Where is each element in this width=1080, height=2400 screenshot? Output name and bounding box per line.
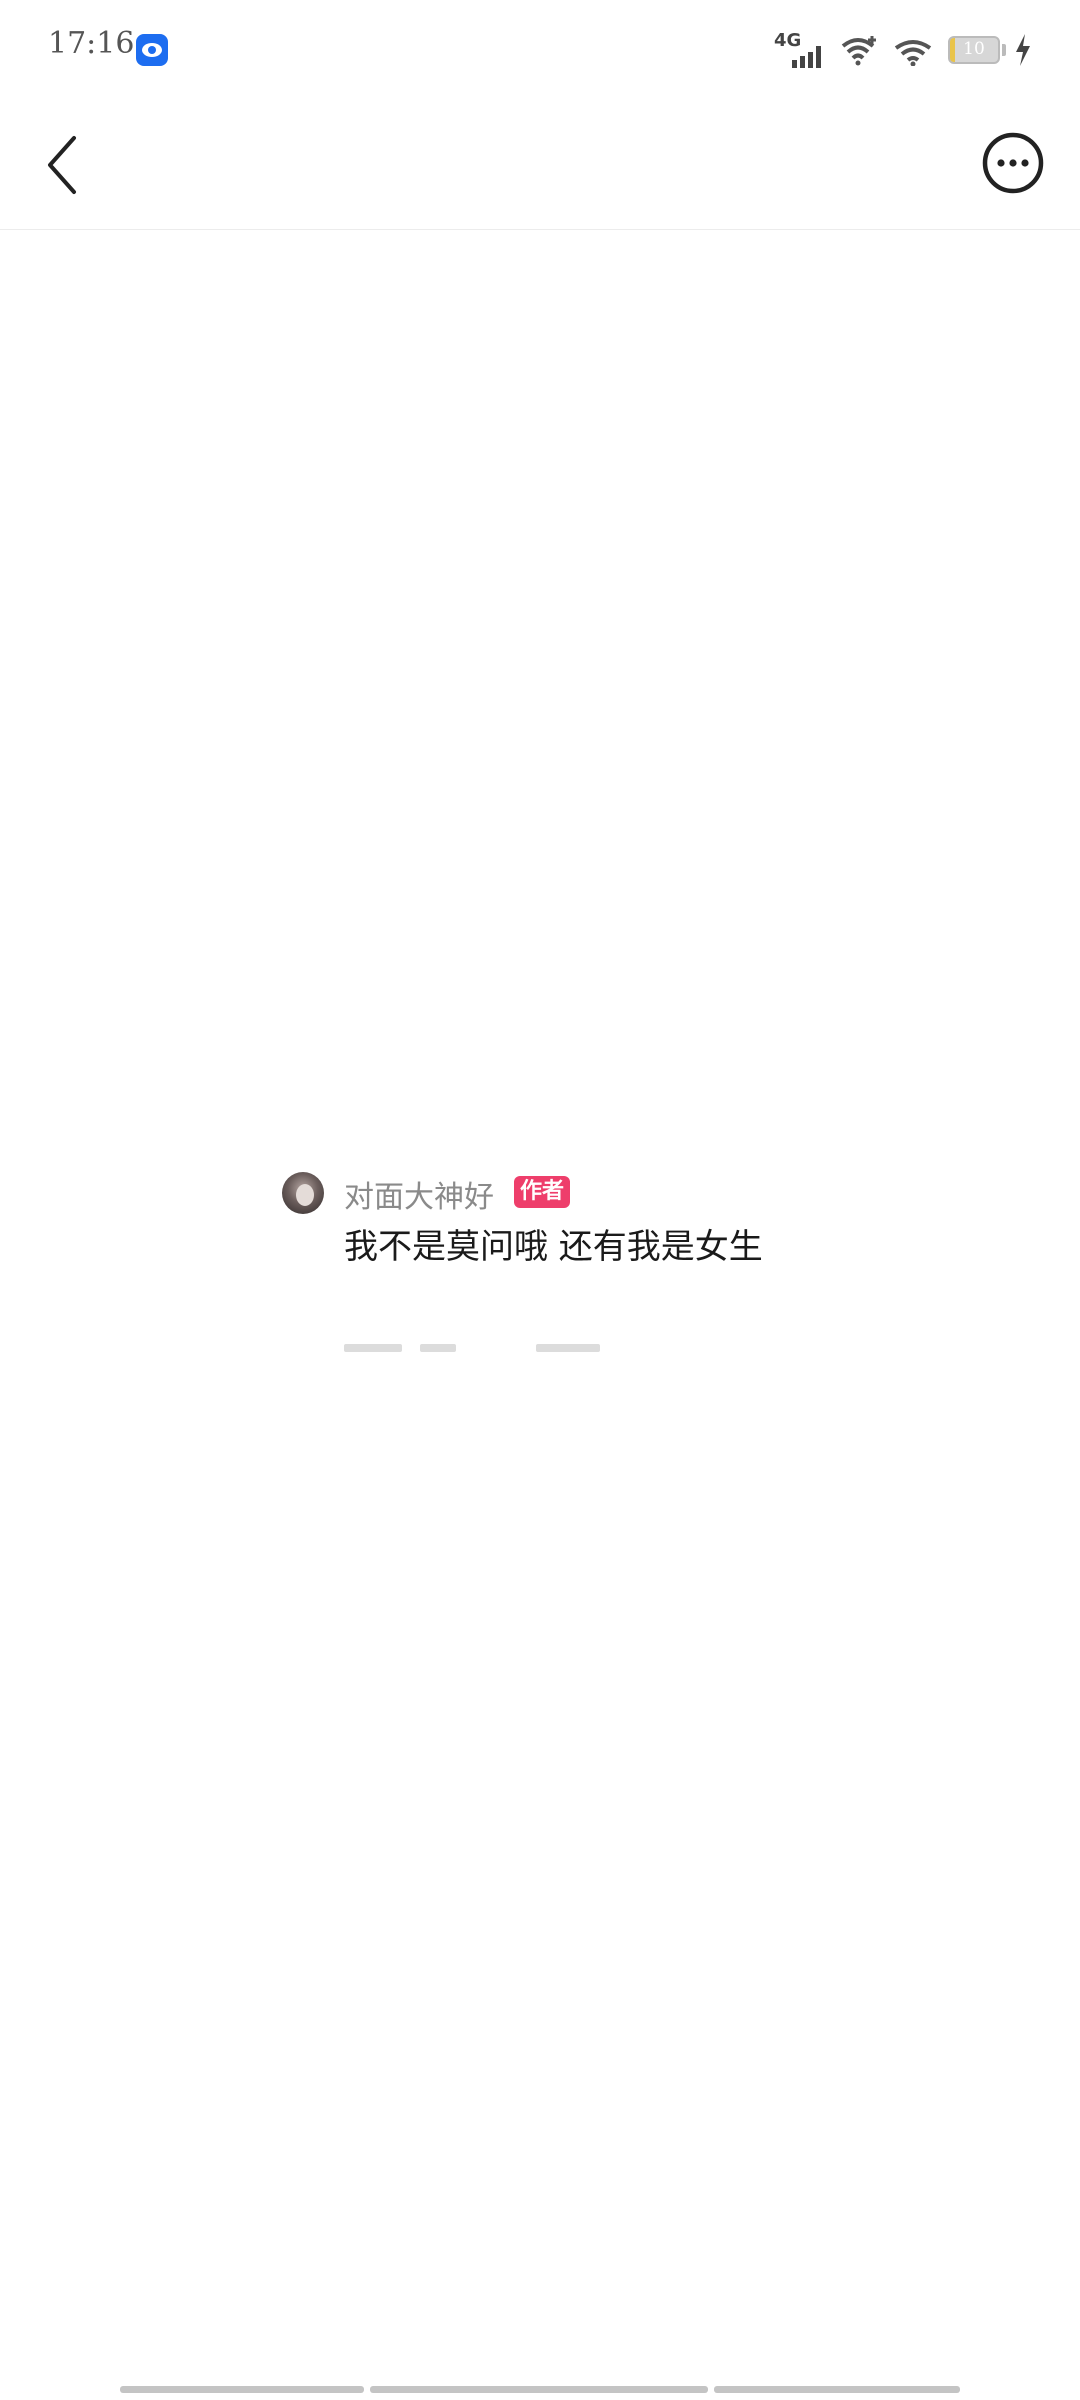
app-icon-glyph — [142, 43, 162, 57]
screen: 17:16 4G 10 对面大神好 作者 我不是莫问哦 还有我是女生 — [0, 0, 1080, 2400]
meta-fragment — [420, 1344, 456, 1352]
status-time: 17:16 — [48, 26, 135, 61]
status-icons: 4G 10 — [774, 28, 1044, 72]
page-indicator[interactable] — [370, 2386, 708, 2393]
charging-bolt-icon — [1016, 34, 1030, 66]
back-button[interactable] — [36, 132, 96, 198]
wifi-plus-icon — [841, 36, 876, 66]
page-indicator[interactable] — [714, 2386, 960, 2393]
comment-meta-cut-off — [344, 1338, 624, 1352]
battery-level: 10 — [963, 39, 985, 59]
username[interactable]: 对面大神好 — [344, 1172, 494, 1216]
page-indicator[interactable] — [120, 2386, 364, 2393]
chevron-left-icon — [48, 136, 76, 194]
wifi-icon — [894, 40, 932, 66]
more-options-icon — [982, 132, 1044, 194]
status-bar: 17:16 4G 10 — [0, 0, 1080, 100]
battery-icon: 10 — [948, 36, 1000, 64]
page-indicators — [120, 2386, 960, 2394]
comment-text: 我不是莫问哦 还有我是女生 — [344, 1227, 763, 1267]
meta-fragment — [536, 1344, 600, 1352]
signal-icon — [792, 46, 821, 68]
author-badge: 作者 — [514, 1176, 571, 1208]
comment-card: 对面大神好 作者 我不是莫问哦 还有我是女生 — [282, 1170, 802, 1352]
avatar-face — [296, 1184, 314, 1206]
avatar[interactable] — [282, 1172, 324, 1214]
nav-bar — [0, 100, 1080, 230]
meta-fragment — [344, 1344, 402, 1352]
battery-cap — [1002, 44, 1006, 56]
more-options-button[interactable] — [982, 132, 1044, 194]
app-icon — [136, 34, 168, 66]
